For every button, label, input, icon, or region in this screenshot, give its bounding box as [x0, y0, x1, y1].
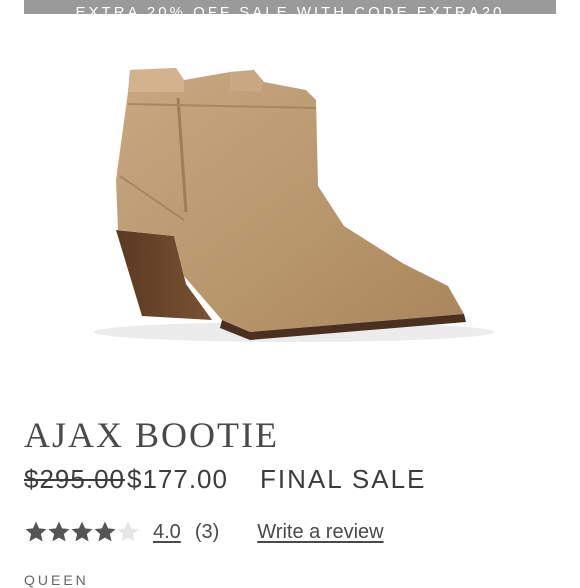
rating-row: 4.0 (3) Write a review — [24, 516, 384, 548]
promo-text: EXTRA 20% OFF SALE WITH CODE EXTRA20 — [75, 4, 505, 14]
write-review-link[interactable]: Write a review — [257, 521, 383, 544]
review-count: (3) — [194, 520, 220, 543]
star-filled-icon — [48, 521, 70, 542]
option-label: QUEEN — [24, 572, 89, 588]
star-empty-icon — [117, 521, 139, 542]
star-filled-icon — [94, 521, 116, 542]
price-row: $295.00 $177.00 FINAL SALE — [24, 464, 426, 500]
star-rating[interactable] — [24, 520, 139, 544]
product-image[interactable] — [24, 30, 556, 382]
bootie-photo — [94, 68, 494, 342]
final-sale-label: FINAL SALE — [259, 464, 427, 494]
star-filled-icon — [25, 521, 47, 542]
star-filled-icon — [71, 521, 93, 542]
rating-value[interactable]: 4.0 — [153, 521, 181, 544]
original-price: $295.00 — [24, 464, 125, 494]
sale-price: $177.00 — [126, 464, 228, 494]
promo-banner: EXTRA 20% OFF SALE WITH CODE EXTRA20 — [24, 0, 556, 14]
product-title: AJAX BOOTIE — [24, 415, 279, 455]
